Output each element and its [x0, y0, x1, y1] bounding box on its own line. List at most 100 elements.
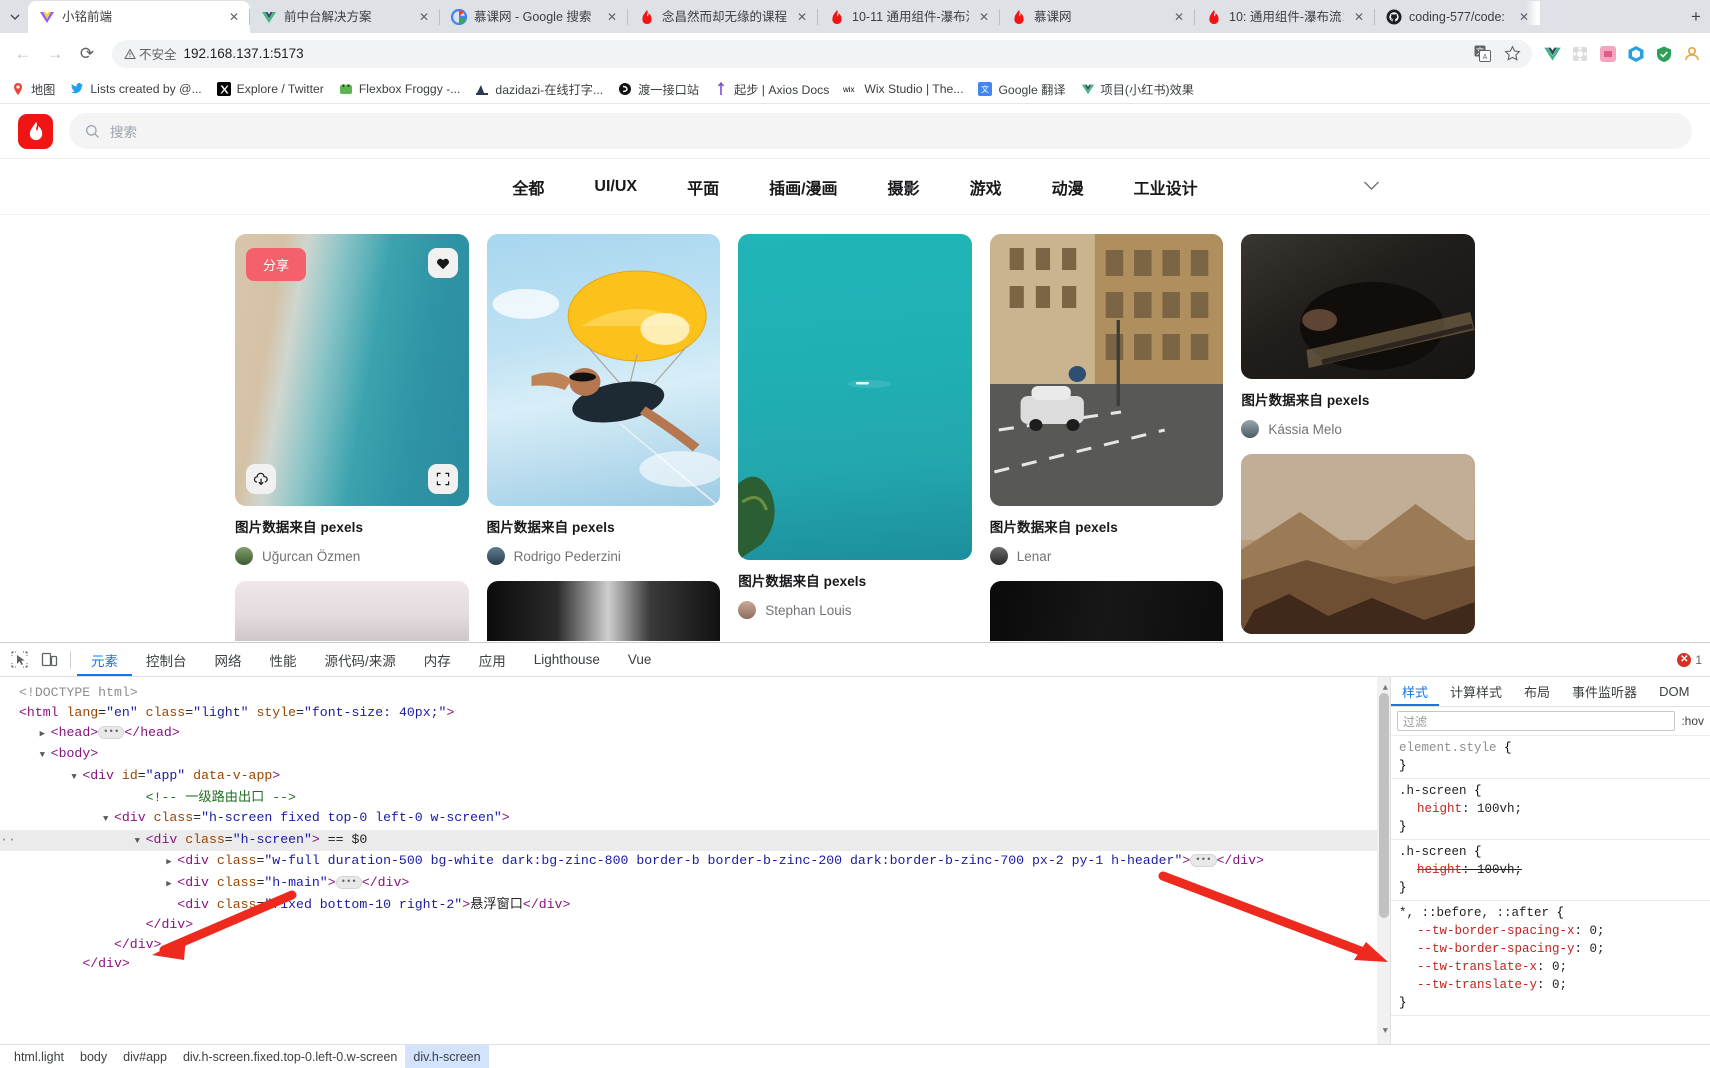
css-declaration[interactable]: --tw-translate-x: 0; [1399, 958, 1704, 976]
nav-item-illustration[interactable]: 插画/漫画 [744, 175, 862, 199]
device-toolbar-icon[interactable] [34, 646, 64, 674]
search-input[interactable]: 搜索 [69, 113, 1692, 149]
card-author[interactable]: Rodrigo Pederzini [486, 547, 721, 565]
dom-node-selected[interactable]: ·· ▼ <div class="h-screen"> == $0 [0, 829, 1390, 852]
dom-node[interactable]: ▶ <div class="w-full duration-500 bg-whit… [0, 851, 1390, 873]
dom-node[interactable]: </div> [0, 915, 1390, 935]
card-thumbnail[interactable] [1241, 234, 1475, 379]
new-tab-button[interactable]: + [1682, 3, 1710, 31]
close-icon[interactable]: ✕ [794, 9, 810, 25]
css-declaration[interactable]: height: 100vh; [1399, 800, 1704, 818]
close-icon[interactable]: ✕ [976, 9, 992, 25]
devtools-tab-network[interactable]: 网络 [201, 643, 256, 676]
styles-tab-dom[interactable]: DOM [1648, 677, 1700, 706]
card-thumbnail[interactable]: 分享 [235, 234, 469, 506]
inspect-element-icon[interactable] [4, 646, 34, 674]
browser-tab-7[interactable]: coding-577/code: 课程 ✕ [1374, 1, 1540, 33]
bookmark-item[interactable]: Explore / Twitter [216, 81, 324, 97]
card-thumbnail[interactable] [989, 234, 1224, 506]
css-selector[interactable]: .h-screen { [1399, 782, 1704, 800]
dom-node[interactable]: </div> [0, 935, 1390, 955]
extension-blue-icon[interactable] [1626, 44, 1646, 64]
nav-item-uiux[interactable]: UI/UX [569, 178, 662, 196]
close-icon[interactable]: ✕ [604, 9, 620, 25]
dom-node[interactable]: </div> [0, 954, 1390, 974]
extension-green-icon[interactable] [1654, 44, 1674, 64]
gallery-card[interactable] [486, 581, 721, 641]
gallery-card[interactable] [989, 581, 1224, 641]
devtools-tab-elements[interactable]: 元素 [77, 643, 132, 676]
css-rule[interactable]: .h-screen {height: 100vh;} [1391, 840, 1710, 901]
bookmark-item[interactable]: 起步 | Axios Docs [713, 80, 829, 98]
breadcrumb-item-app[interactable]: div#app [115, 1045, 175, 1068]
download-cloud-icon[interactable] [246, 464, 276, 494]
error-badge[interactable]: ✕ 1 [1677, 652, 1702, 667]
bookmark-item[interactable]: 渡一接口站 [617, 80, 699, 98]
bookmark-item[interactable]: wix Wix Studio | The... [843, 81, 963, 97]
breadcrumb-item-hscreen-fixed[interactable]: div.h-screen.fixed.top-0.left-0.w-screen [175, 1045, 405, 1068]
css-declaration[interactable]: --tw-border-spacing-x: 0; [1399, 922, 1704, 940]
back-button[interactable]: ← [8, 39, 38, 69]
bookmark-item[interactable]: 项目(小红书)效果 [1080, 80, 1194, 98]
reload-button[interactable]: ⟳ [72, 39, 102, 69]
card-author[interactable]: Uğurcan Özmen [235, 547, 469, 565]
nav-item-graphic[interactable]: 平面 [662, 175, 744, 199]
scroll-down-icon[interactable]: ▼ [1383, 1022, 1388, 1042]
gallery-card[interactable] [1241, 454, 1475, 634]
devtools-tab-lighthouse[interactable]: Lighthouse [520, 643, 614, 676]
close-icon[interactable]: ✕ [1351, 9, 1367, 25]
breadcrumb-item-hscreen[interactable]: div.h-screen [405, 1044, 489, 1068]
card-author[interactable]: Kássia Melo [1241, 420, 1475, 438]
css-rule[interactable]: .h-screen {height: 100vh;} [1391, 779, 1710, 840]
styles-filter-input[interactable]: 过滤 [1397, 711, 1676, 731]
share-button[interactable]: 分享 [246, 248, 307, 281]
tab-search-button[interactable] [2, 0, 28, 33]
devtools-tab-memory[interactable]: 内存 [410, 643, 465, 676]
heart-icon[interactable] [427, 248, 458, 278]
gallery-card[interactable] [235, 581, 469, 641]
css-declaration[interactable]: --tw-border-spacing-y: 0; [1399, 940, 1704, 958]
nav-item-anime[interactable]: 动漫 [1027, 175, 1109, 199]
devtools-tab-vue[interactable]: Vue [614, 643, 666, 676]
nav-item-industrial-design[interactable]: 工业设计 [1109, 175, 1223, 199]
nav-item-game[interactable]: 游戏 [945, 175, 1027, 199]
devtools-tab-performance[interactable]: 性能 [256, 643, 311, 676]
card-thumbnail[interactable] [1241, 454, 1475, 634]
security-indicator[interactable]: 不安全 [124, 44, 177, 63]
card-author[interactable]: Lenar [989, 547, 1224, 565]
vue-devtools-icon[interactable] [1542, 44, 1562, 64]
dom-tree-pane[interactable]: <!DOCTYPE html> <html lang="en" class="li… [0, 677, 1390, 1044]
chevron-down-icon[interactable] [1363, 178, 1380, 195]
styles-tab-layout[interactable]: 布局 [1513, 677, 1561, 706]
devtools-tab-sources[interactable]: 源代码/来源 [311, 643, 410, 676]
dom-node[interactable]: ▼ <div id="app" data-v-app> [0, 766, 1390, 788]
dom-node[interactable]: ▶ <head> ••• </head> [0, 723, 1390, 745]
card-thumbnail[interactable] [738, 234, 972, 560]
styles-tab-styles[interactable]: 样式 [1391, 677, 1439, 706]
forward-button[interactable]: → [40, 39, 70, 69]
gallery-card[interactable]: 图片数据来自 pexels Kássia Melo [1241, 234, 1475, 438]
dom-node[interactable]: <html lang="en" class="light" style="fon… [0, 703, 1390, 723]
flame-logo-icon[interactable] [18, 113, 53, 149]
fullscreen-icon[interactable] [427, 464, 458, 494]
css-rule[interactable]: element.style {} [1391, 736, 1710, 779]
close-icon[interactable]: ✕ [1171, 9, 1187, 25]
browser-tab-3[interactable]: 念昌然而却无缘的课程 ✕ [627, 1, 818, 33]
gallery-card[interactable]: 图片数据来自 pexels Stephan Louis [738, 234, 972, 619]
dom-node[interactable]: ▶ <div class="h-main"> ••• </div> [0, 873, 1390, 895]
breadcrumb-item-body[interactable]: body [72, 1045, 115, 1068]
dom-node[interactable]: <!-- 一级路由出口 --> [0, 788, 1390, 808]
browser-tab-5[interactable]: 慕课网 ✕ [999, 1, 1195, 33]
bookmark-item[interactable]: 地图 [10, 80, 55, 98]
nav-item-all[interactable]: 全都 [487, 175, 569, 199]
browser-tab-4[interactable]: 10-11 通用组件-瀑布流： ✕ [817, 1, 1000, 33]
gallery-card[interactable]: 图片数据来自 pexels Rodrigo Pederzini [486, 234, 721, 565]
dom-scrollbar[interactable]: ▲ ▼ [1377, 677, 1390, 1044]
dom-node[interactable]: ▼ <div class="h-screen fixed top-0 left-0… [0, 808, 1390, 830]
card-thumbnail[interactable] [486, 234, 721, 506]
dom-node[interactable]: ▼ <body> [0, 744, 1390, 766]
gallery-card[interactable]: 图片数据来自 pexels Lenar [989, 234, 1224, 565]
nav-item-photography[interactable]: 摄影 [863, 175, 945, 199]
profile-icon[interactable] [1682, 44, 1702, 64]
css-selector[interactable]: element.style { [1399, 739, 1704, 757]
